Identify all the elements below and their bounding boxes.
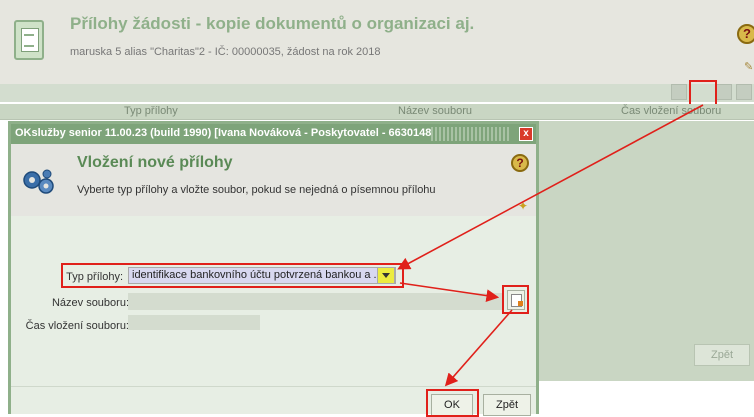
dialog-header: Vložení nové přílohy Vyberte typ přílohy… <box>11 144 536 216</box>
divider <box>11 386 536 387</box>
help-icon[interactable]: ? <box>737 24 754 44</box>
gears-icon <box>23 169 54 194</box>
highlight-frame <box>426 389 479 417</box>
toolbar-button[interactable] <box>736 84 752 100</box>
toolbar <box>0 84 754 102</box>
column-header-filename[interactable]: Název souboru <box>398 105 472 117</box>
titlebar-pattern <box>431 127 511 141</box>
filename-field[interactable] <box>128 293 502 310</box>
column-header-type[interactable]: Typ přílohy <box>124 105 178 117</box>
toolbar-button[interactable] <box>716 84 732 100</box>
wrench-icon[interactable]: ✎ <box>744 60 753 73</box>
dialog-titlebar-text: OKslužby senior 11.00.23 (build 1990) [I… <box>15 127 492 139</box>
filename-label: Název souboru: <box>51 297 129 309</box>
highlight-frame <box>61 263 404 288</box>
page-subtitle: maruska 5 alias "Charitas"2 - IČ: 000000… <box>70 46 381 58</box>
page-title: Přílohy žádosti - kopie dokumentů o orga… <box>70 14 475 33</box>
table-header: Typ přílohy Název souboru Čas vložení so… <box>0 104 754 120</box>
background-header <box>0 0 754 84</box>
close-icon[interactable]: x <box>519 127 533 141</box>
dialog-subtitle: Vyberte typ přílohy a vložte soubor, pok… <box>77 184 436 196</box>
column-header-time[interactable]: Čas vložení souboru <box>621 105 721 117</box>
highlight-frame <box>689 80 717 107</box>
toolbar-button[interactable] <box>671 84 687 100</box>
back-button[interactable]: Zpět <box>483 394 531 416</box>
insert-attachment-dialog: OKslužby senior 11.00.23 (build 1990) [I… <box>8 121 539 417</box>
help-icon[interactable]: ? <box>511 154 529 172</box>
dialog-title: Vložení nové přílohy <box>77 154 233 171</box>
background-back-button[interactable]: Zpět <box>694 344 750 366</box>
table-body <box>538 121 754 381</box>
insert-time-label: Čas vložení souboru: <box>25 320 129 332</box>
dialog-titlebar[interactable]: OKslužby senior 11.00.23 (build 1990) [I… <box>11 124 536 144</box>
app-document-icon <box>14 20 44 60</box>
insert-time-field <box>128 315 260 330</box>
add-attachment-icon[interactable]: ✦ <box>518 199 528 213</box>
highlight-frame <box>502 285 529 314</box>
